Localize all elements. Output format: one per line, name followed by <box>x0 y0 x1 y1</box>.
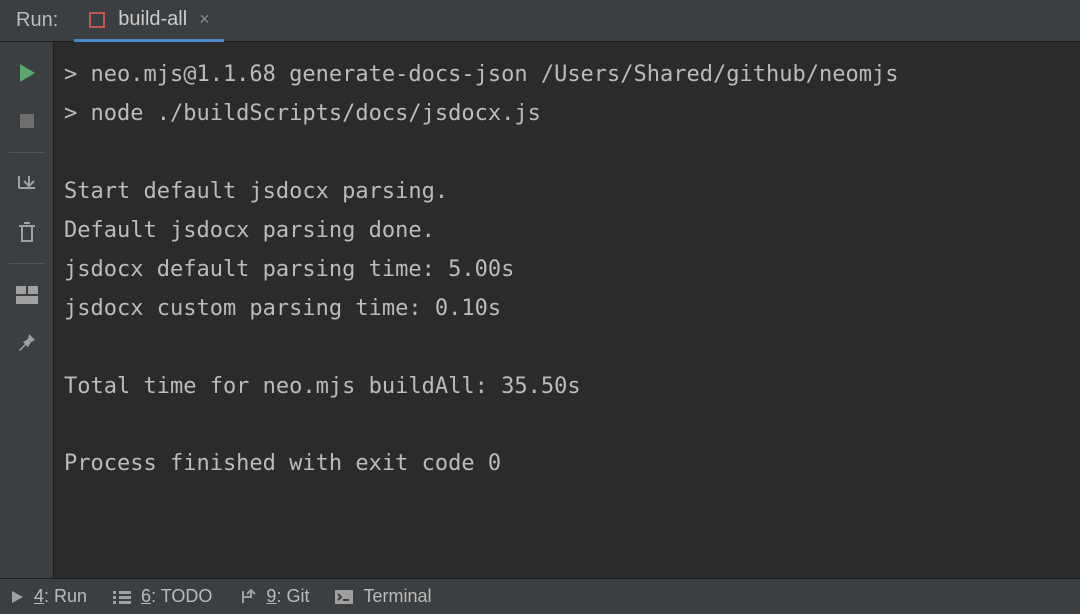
git-tool-button[interactable]: 9: Git <box>238 586 309 607</box>
console-line: > node ./buildScripts/docs/jsdocx.js <box>64 101 541 126</box>
footer-label: 4: Run <box>34 586 87 607</box>
terminal-icon <box>335 590 353 604</box>
play-outline-icon <box>10 590 24 604</box>
trash-icon[interactable] <box>14 219 40 245</box>
console-line: Start default jsdocx parsing. <box>64 179 448 204</box>
footer-label: 9: Git <box>266 586 309 607</box>
tab-label: build-all <box>118 8 187 31</box>
run-panel-header: Run: build-all × <box>0 0 1080 42</box>
console-line: jsdocx custom parsing time: 0.10s <box>64 296 501 321</box>
close-icon[interactable]: × <box>199 9 210 30</box>
pin-icon[interactable] <box>14 330 40 356</box>
play-icon[interactable] <box>14 60 40 86</box>
console-line: > neo.mjs@1.1.68 generate-docs-json /Use… <box>64 62 898 87</box>
download-icon[interactable] <box>14 171 40 197</box>
run-label: Run: <box>0 9 74 32</box>
console-line: Total time for neo.mjs buildAll: 35.50s <box>64 374 581 399</box>
console-output[interactable]: > neo.mjs@1.1.68 generate-docs-json /Use… <box>54 42 1080 578</box>
branch-icon <box>238 589 256 605</box>
run-tab[interactable]: build-all × <box>74 1 223 42</box>
sidebar-divider <box>9 263 45 264</box>
layout-icon[interactable] <box>14 282 40 308</box>
bottom-toolbar: 4: Run 6: TODO 9: Git <box>0 578 1080 614</box>
terminal-tool-button[interactable]: Terminal <box>335 586 431 607</box>
run-config-icon <box>88 11 106 29</box>
console-line: Process finished with exit code 0 <box>64 451 501 476</box>
stop-icon[interactable] <box>14 108 40 134</box>
footer-label: Terminal <box>363 586 431 607</box>
footer-label: 6: TODO <box>141 586 212 607</box>
sidebar-divider <box>9 152 45 153</box>
run-sidebar <box>0 42 54 578</box>
run-tool-button[interactable]: 4: Run <box>10 586 87 607</box>
console-line: jsdocx default parsing time: 5.00s <box>64 257 514 282</box>
main-area: > neo.mjs@1.1.68 generate-docs-json /Use… <box>0 42 1080 578</box>
list-icon <box>113 590 131 604</box>
console-line: Default jsdocx parsing done. <box>64 218 435 243</box>
todo-tool-button[interactable]: 6: TODO <box>113 586 212 607</box>
